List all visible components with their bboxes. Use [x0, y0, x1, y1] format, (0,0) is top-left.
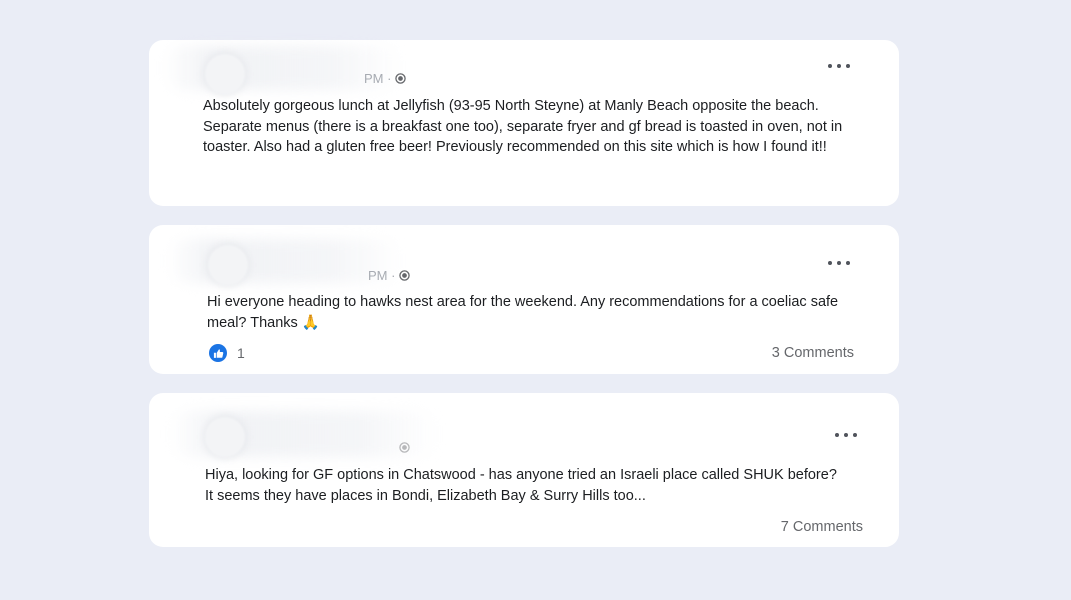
globe-icon: [399, 270, 411, 281]
like-count: 1: [237, 345, 245, 361]
post-text: Absolutely gorgeous lunch at Jellyfish (…: [203, 98, 843, 155]
comments-link[interactable]: 7 Comments: [781, 519, 863, 535]
more-options-button[interactable]: [835, 429, 857, 441]
more-options-icon: [828, 64, 832, 68]
more-options-icon: [828, 261, 832, 265]
more-options-icon: [835, 433, 839, 437]
avatar[interactable]: [205, 54, 245, 94]
post-card: PM · Absolutely gorgeous lunch at Jellyf…: [149, 40, 899, 206]
post-timestamp[interactable]: PM ·: [364, 71, 407, 86]
avatar[interactable]: [205, 417, 245, 457]
comments-link[interactable]: 3 Comments: [772, 345, 854, 361]
post-card: PM · Hi everyone heading to hawks nest a…: [149, 225, 899, 374]
post-timestamp[interactable]: [397, 442, 410, 453]
post-text: Hiya, looking for GF options in Chatswoo…: [205, 467, 837, 504]
avatar[interactable]: [208, 245, 248, 285]
post-card: Hiya, looking for GF options in Chatswoo…: [149, 393, 899, 547]
timestamp-text: PM ·: [368, 268, 396, 283]
timestamp-text: PM ·: [364, 71, 392, 86]
globe-icon: [399, 442, 410, 453]
more-options-button[interactable]: [828, 60, 850, 72]
reaction-summary[interactable]: 1: [209, 344, 245, 362]
thumbs-up-icon: [209, 344, 227, 362]
group-feed: PM · Absolutely gorgeous lunch at Jellyf…: [0, 0, 1071, 600]
more-options-button[interactable]: [828, 257, 850, 269]
globe-icon: [395, 73, 407, 84]
post-text: Hi everyone heading to hawks nest area f…: [207, 294, 839, 331]
post-timestamp[interactable]: PM ·: [368, 268, 411, 283]
